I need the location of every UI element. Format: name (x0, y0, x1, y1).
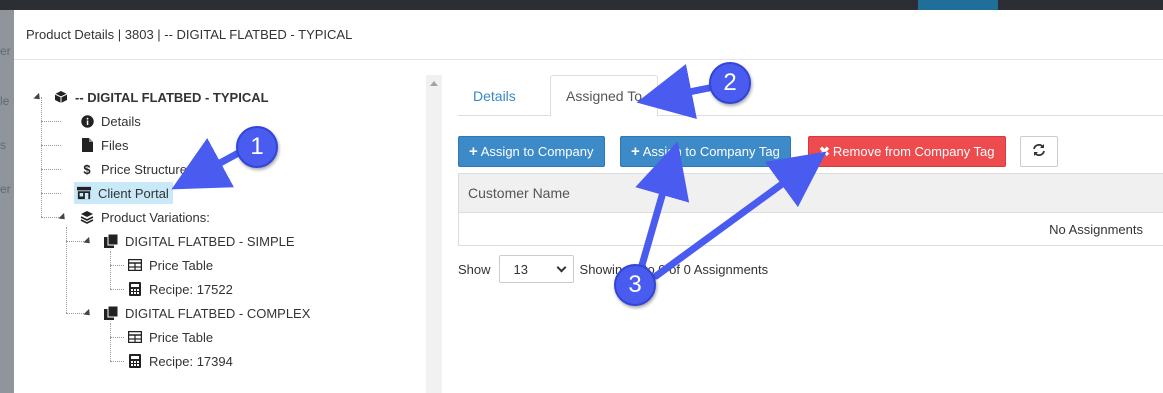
calculator-icon (128, 354, 142, 368)
tree-item-label: Recipe: 17522 (149, 281, 233, 297)
plus-icon: + (631, 143, 640, 160)
backdrop-text: le (0, 94, 10, 108)
backdrop-text: er (0, 182, 11, 196)
tree-item-recipe[interactable]: Recipe: 17522 (128, 278, 233, 300)
tree-expand-toggle[interactable] (83, 308, 93, 319)
tree-item-label: DIGITAL FLATBED - COMPLEX (125, 305, 311, 321)
tree-connector (41, 145, 61, 146)
tree-item-label: Details (101, 113, 141, 129)
assign-to-company-tag-button[interactable]: + Assign to Company Tag (620, 136, 791, 167)
callout-3: 3 (614, 264, 656, 306)
tree-root[interactable]: -- DIGITAL FLATBED - TYPICAL (54, 86, 269, 108)
tree-item-product-variations[interactable]: Product Variations: (80, 206, 210, 228)
pager: Show 13 Showing 0 to 0 of 0 Assignments (458, 255, 768, 283)
tree-scrollbar[interactable] (426, 75, 442, 393)
tree-item-label: Price Table (149, 257, 214, 273)
tab-details[interactable]: Details (458, 75, 531, 116)
app-topbar (0, 0, 1163, 10)
remove-from-company-tag-button[interactable]: ✖ Remove from Company Tag (808, 136, 1006, 167)
calculator-icon (128, 282, 142, 296)
layers-icon (80, 210, 94, 224)
modal-title: Product Details | 3803 | -- DIGITAL FLAT… (26, 27, 353, 42)
pager-summary: Showing 0 to 0 of 0 Assignments (579, 261, 769, 277)
tree-item-label: DIGITAL FLATBED - SIMPLE (125, 233, 295, 249)
tree-connector (110, 361, 124, 362)
backdrop-text: s (0, 138, 6, 152)
table-icon (128, 330, 142, 344)
tree-connector (110, 251, 111, 289)
tree-connector (110, 289, 124, 290)
backdrop-text: er (0, 44, 11, 58)
backdrop-panel: er le s er (0, 10, 14, 393)
tree-connector (66, 227, 67, 313)
column-header-customer-name[interactable]: Customer Name (459, 174, 1163, 213)
refresh-icon (1032, 143, 1046, 160)
storefront-icon (77, 186, 91, 200)
topbar-accent (918, 0, 998, 10)
tree-item-label: Files (101, 137, 129, 153)
tree-connector (41, 169, 61, 170)
tree-connector (110, 323, 111, 361)
chevron-down-icon (556, 262, 566, 272)
product-details-modal: Product Details | 3803 | -- DIGITAL FLAT… (14, 10, 1163, 393)
info-circle-icon (80, 114, 94, 128)
cube-icon (54, 90, 68, 104)
button-label: Assign to Company (480, 144, 594, 159)
product-tree: -- DIGITAL FLATBED - TYPICAL Details Fil… (14, 61, 444, 393)
tree-item-label: Product Variations: (101, 209, 210, 225)
tree-connector (41, 97, 42, 217)
tree-item-variation-complex[interactable]: DIGITAL FLATBED - COMPLEX (104, 302, 310, 324)
refresh-button[interactable] (1020, 136, 1058, 167)
tree-item-label: Price Table (149, 329, 214, 345)
table-icon (128, 258, 142, 272)
tree-item-price-table[interactable]: Price Table (128, 254, 213, 276)
button-label: Assign to Company Tag (642, 144, 780, 159)
tree-connector (66, 241, 84, 242)
tree-item-client-portal[interactable]: Client Portal (74, 182, 173, 204)
tree-item-price-table[interactable]: Price Table (128, 326, 213, 348)
tree-item-details[interactable]: Details (80, 110, 141, 132)
tree-expand-toggle[interactable] (58, 212, 68, 223)
tree-connector (41, 193, 61, 194)
tree-item-recipe[interactable]: Recipe: 17394 (128, 350, 233, 372)
tree-connector (110, 337, 124, 338)
tab-assigned-to[interactable]: Assigned To (550, 75, 659, 117)
file-icon (80, 138, 94, 152)
callout-1: 1 (236, 126, 278, 168)
tree-connector (41, 121, 61, 122)
tree-item-files[interactable]: Files (80, 134, 128, 156)
callout-2: 2 (709, 62, 751, 104)
assignments-grid: Customer Name No Assignments (458, 173, 1163, 246)
page-size-select[interactable]: 13 (498, 255, 574, 283)
tree-item-label: Client Portal (98, 185, 169, 201)
assigned-to-panel: Details Assigned To + Assign to Company … (444, 61, 1163, 393)
assign-to-company-button[interactable]: + Assign to Company (458, 136, 605, 167)
tree-item-label: Price Structure (101, 161, 187, 177)
tree-expand-toggle[interactable] (83, 236, 93, 247)
plus-icon: + (469, 143, 478, 160)
show-label: Show (458, 261, 491, 277)
tree-item-label: Recipe: 17394 (149, 353, 233, 369)
scroll-up-icon[interactable] (430, 81, 438, 86)
modal-header: Product Details | 3803 | -- DIGITAL FLAT… (14, 10, 1163, 60)
dollar-icon: $ (83, 161, 91, 177)
close-icon: ✖ (819, 144, 830, 159)
copy-icon (104, 234, 118, 248)
tree-item-variation-simple[interactable]: DIGITAL FLATBED - SIMPLE (104, 230, 295, 252)
tree-item-price-structure[interactable]: $ Price Structure (80, 158, 187, 180)
tab-bar: Details Assigned To (458, 75, 1163, 117)
tree-connector (66, 313, 84, 314)
button-label: Remove from Company Tag (832, 144, 995, 159)
tree-root-label: -- DIGITAL FLATBED - TYPICAL (75, 89, 269, 105)
tree-connector (110, 265, 124, 266)
empty-state: No Assignments (1049, 222, 1143, 237)
copy-icon (104, 306, 118, 320)
page-size-value: 13 (513, 261, 528, 277)
